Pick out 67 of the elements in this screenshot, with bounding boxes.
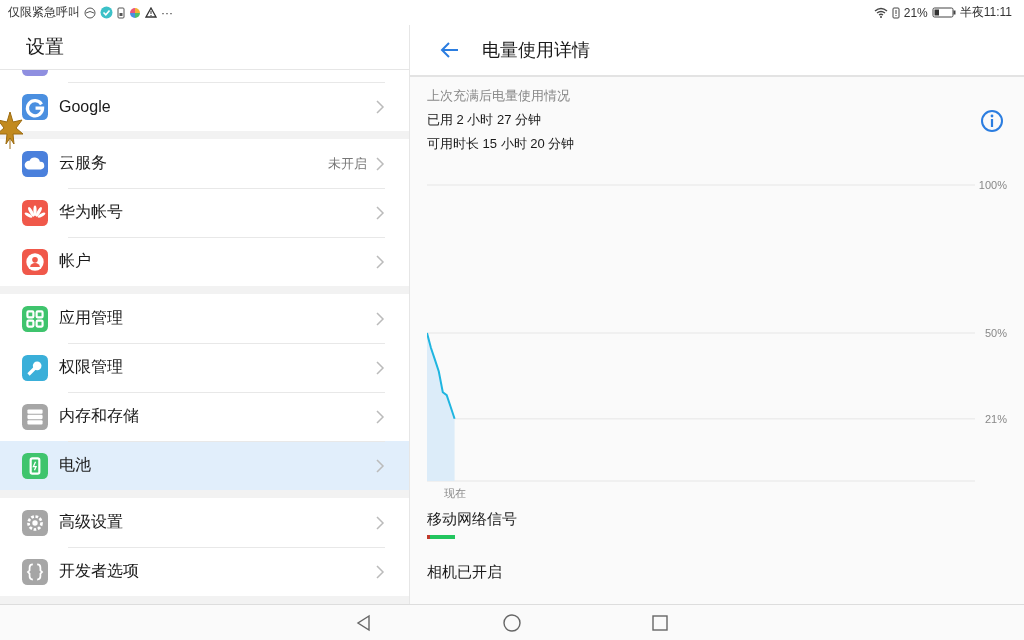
axis-label: 21% (984, 412, 1007, 425)
chevron-icon (375, 204, 385, 221)
settings-item[interactable]: 华为帐号 (0, 188, 409, 237)
info-icon[interactable] (980, 109, 1004, 133)
settings-item[interactable]: 内存和存储 (0, 392, 409, 441)
chevron-icon (375, 155, 385, 172)
settings-item[interactable]: 帐户 (0, 237, 409, 286)
settings-item-label: 开发者选项 (59, 561, 140, 581)
settings-item-label: 内存和存储 (59, 406, 140, 426)
battery-percent: 21% (903, 5, 928, 20)
signal-bar-drawing (427, 535, 455, 539)
section-caption: 上次充满后电量使用情况 (427, 87, 571, 105)
chevron-icon (375, 310, 385, 327)
apps-icon (22, 305, 48, 332)
event-label: 相机已开启 (427, 563, 503, 582)
google-icon (22, 93, 48, 120)
sim-card-icon (117, 6, 125, 19)
settings-item-label: 云服务 (59, 153, 108, 173)
chevron-icon (375, 563, 385, 580)
carrier-text: 仅限紧急呼叫 (8, 4, 80, 21)
event-label: 移动网络信号 (427, 510, 518, 529)
battery-icon (22, 452, 48, 479)
chevron-icon (375, 514, 385, 531)
cloud-icon (22, 150, 48, 177)
settings-item-label: 华为帐号 (59, 202, 124, 222)
gear-icon (22, 509, 48, 536)
settings-item[interactable]: 应用管理 (0, 294, 409, 343)
chevron-icon (375, 359, 385, 376)
settings-item-label: 帐户 (59, 251, 92, 271)
settings-title: 设置 (26, 34, 64, 59)
settings-item[interactable]: 开发者选项 (0, 547, 409, 596)
settings-item-label: Google (59, 97, 112, 116)
home-button[interactable] (502, 613, 522, 633)
sim-card-icon (891, 6, 900, 19)
settings-item-label: 应用管理 (59, 308, 124, 328)
settings-item-label: 权限管理 (59, 357, 124, 377)
clock: 半夜11:11 (959, 4, 1012, 21)
settings-item-label: 高级设置 (59, 512, 124, 532)
battery-icon (931, 7, 956, 18)
settings-item[interactable]: 高级设置 (0, 498, 409, 547)
settings-item[interactable]: 云服务 未开启 (0, 139, 409, 188)
chevron-icon (375, 98, 385, 115)
chevron-icon (375, 457, 385, 474)
chevron-icon (375, 253, 385, 270)
page-title: 电量使用详情 (482, 39, 590, 62)
storage-icon (22, 403, 48, 430)
usage-text: 已用 2 小时 27 分钟 (427, 111, 543, 129)
chevron-icon (375, 408, 385, 425)
recents-button[interactable] (650, 613, 670, 633)
huawei-icon (22, 199, 48, 226)
remaining-text: 可用时长 15 小时 20 分钟 (427, 135, 575, 153)
code-icon (22, 558, 48, 585)
wifi-icon (873, 7, 888, 18)
more-notifications: ··· (161, 5, 173, 20)
check-icon (100, 6, 113, 19)
account-icon (22, 248, 48, 275)
status-value: 未开启 (328, 154, 367, 173)
axis-label: 现在 (443, 487, 466, 499)
axis-label: 50% (984, 327, 1007, 339)
settings-item[interactable]: 电池 (0, 441, 409, 490)
warning-icon (145, 7, 157, 18)
pinwheel-icon (129, 6, 141, 19)
settings-item[interactable]: Google (0, 82, 409, 131)
settings-item[interactable]: 权限管理 (0, 343, 409, 392)
settings-item-label: 电池 (59, 455, 92, 475)
key-icon (22, 354, 48, 381)
axis-label: 100% (978, 179, 1007, 191)
